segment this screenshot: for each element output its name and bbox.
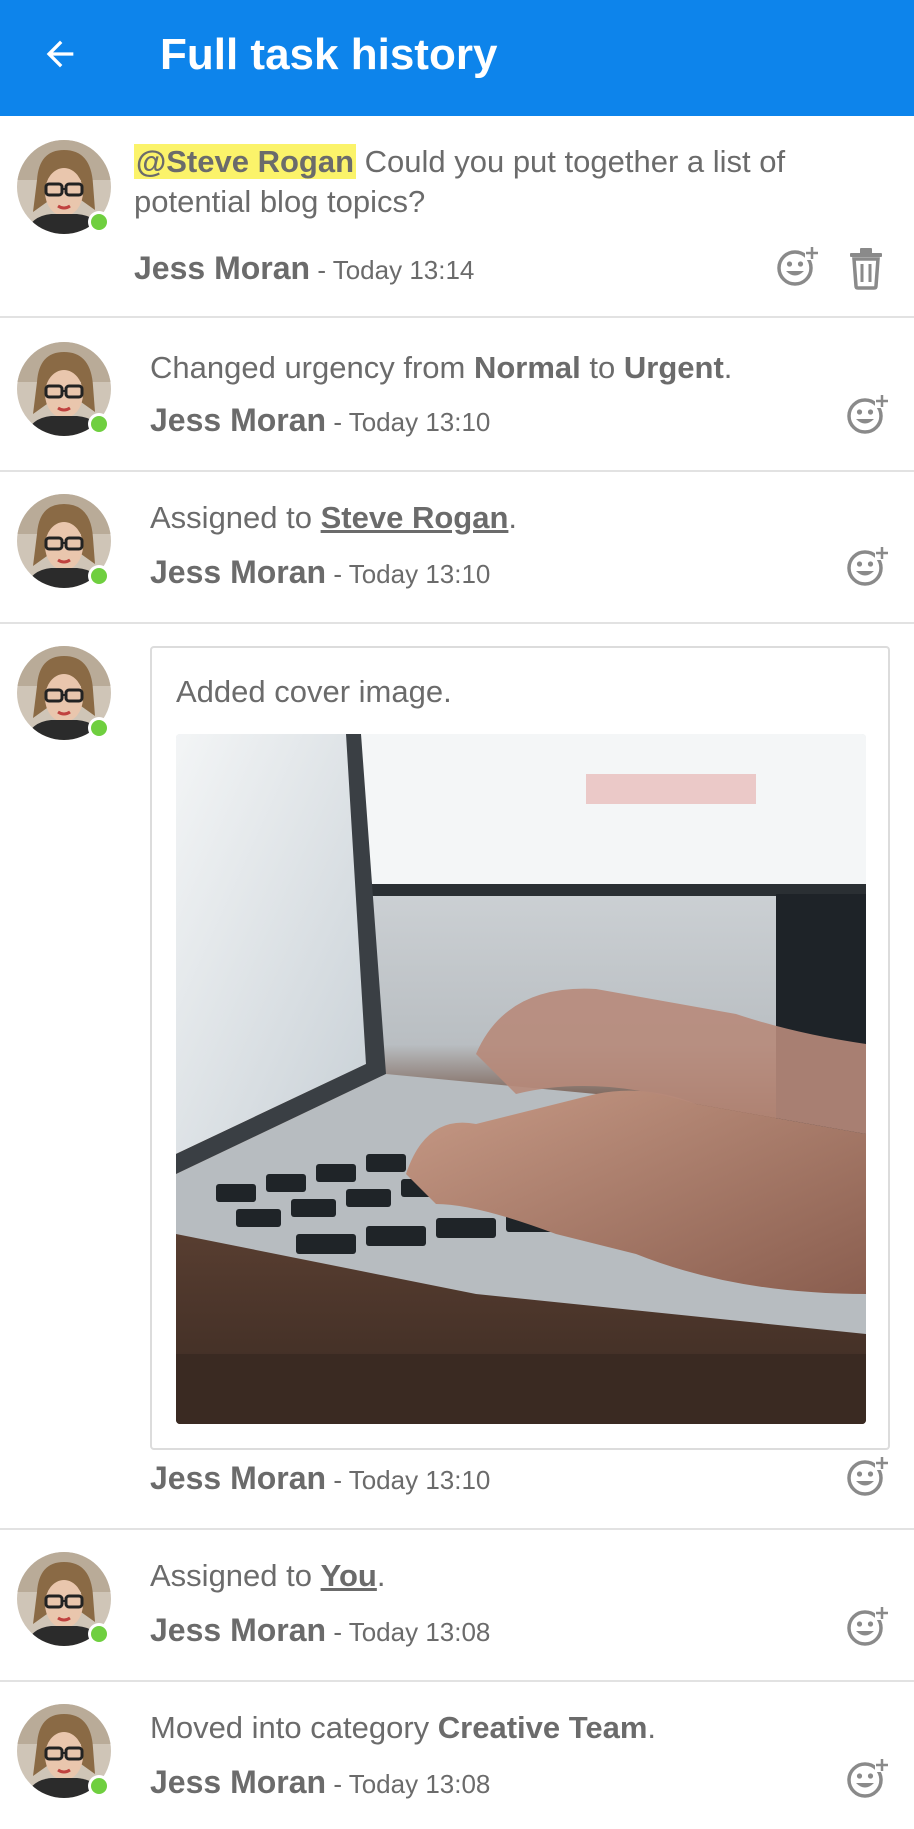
entry-meta: Jess Moran - Today 13:14: [134, 250, 474, 287]
avatar[interactable]: [17, 1704, 111, 1798]
add-reaction-button[interactable]: [846, 1604, 890, 1648]
user-photo: [17, 1552, 111, 1646]
timestamp: - Today 13:14: [317, 255, 475, 285]
event-text: Assigned to You.: [150, 1558, 386, 1593]
add-reaction-icon: [847, 1606, 889, 1646]
event-text: Changed urgency from Normal to Urgent.: [150, 350, 733, 385]
add-reaction-icon: [847, 546, 889, 586]
history-entry-cover-image: Added cover image. Jess Moran - Today 13…: [0, 624, 914, 1530]
history-entry-assigned: Assigned to You. Jess Moran - Today 13:0…: [0, 1530, 914, 1682]
add-reaction-icon: [847, 1758, 889, 1798]
user-photo: [17, 140, 111, 234]
author-name: Jess Moran: [150, 402, 327, 438]
mention-tag[interactable]: @Steve Rogan: [134, 144, 356, 179]
trash-icon: [850, 248, 882, 290]
event-text: Moved into category Creative Team.: [150, 1710, 657, 1745]
add-reaction-button[interactable]: [776, 244, 820, 288]
laptop-photo: [176, 734, 866, 1424]
avatar[interactable]: [17, 494, 111, 588]
history-entry-urgency: Changed urgency from Normal to Urgent. J…: [0, 318, 914, 472]
cover-image-card: Added cover image.: [150, 646, 890, 1450]
entry-meta: Jess Moran - Today 13:08: [150, 1764, 490, 1801]
add-reaction-icon: [777, 246, 819, 286]
avatar[interactable]: [17, 140, 111, 234]
entry-meta: Jess Moran - Today 13:08: [150, 1612, 490, 1649]
entry-meta: Jess Moran - Today 13:10: [150, 1460, 490, 1497]
delete-button[interactable]: [846, 246, 886, 290]
add-reaction-icon: [847, 1456, 889, 1496]
user-photo: [17, 342, 111, 436]
author-name: Jess Moran: [150, 1460, 327, 1496]
add-reaction-button[interactable]: [846, 544, 890, 588]
add-reaction-button[interactable]: [846, 392, 890, 436]
history-entry-assigned: Assigned to Steve Rogan. Jess Moran - To…: [0, 472, 914, 624]
event-text: Assigned to Steve Rogan.: [150, 500, 518, 535]
add-reaction-icon: [847, 394, 889, 434]
entry-meta: Jess Moran - Today 13:10: [150, 554, 490, 591]
author-name: Jess Moran: [150, 1764, 327, 1800]
author-name: Jess Moran: [150, 554, 327, 590]
avatar[interactable]: [17, 1552, 111, 1646]
author-name: Jess Moran: [134, 250, 311, 286]
user-photo: [17, 494, 111, 588]
assignee-link[interactable]: You: [321, 1558, 377, 1593]
cover-image[interactable]: [176, 734, 866, 1424]
avatar[interactable]: [17, 646, 111, 740]
event-text: Added cover image.: [176, 674, 452, 709]
add-reaction-button[interactable]: [846, 1756, 890, 1800]
arrow-left-icon: [46, 40, 74, 68]
timestamp: - Today 13:08: [333, 1617, 491, 1647]
timestamp: - Today 13:10: [333, 559, 491, 589]
add-reaction-button[interactable]: [846, 1454, 890, 1498]
timestamp: - Today 13:08: [333, 1769, 491, 1799]
page-title: Full task history: [160, 30, 498, 79]
author-name: Jess Moran: [150, 1612, 327, 1648]
avatar[interactable]: [17, 342, 111, 436]
comment-text: @Steve Rogan Could you put together a li…: [134, 142, 854, 222]
app-bar: Full task history: [0, 0, 914, 116]
history-entry-comment: @Steve Rogan Could you put together a li…: [0, 116, 914, 318]
timestamp: - Today 13:10: [333, 1465, 491, 1495]
timestamp: - Today 13:10: [333, 407, 491, 437]
back-button[interactable]: [30, 24, 90, 84]
history-entry-category: Moved into category Creative Team. Jess …: [0, 1682, 914, 1829]
user-photo: [17, 646, 111, 740]
entry-meta: Jess Moran - Today 13:10: [150, 402, 490, 439]
assignee-link[interactable]: Steve Rogan: [321, 500, 509, 535]
user-photo: [17, 1704, 111, 1798]
